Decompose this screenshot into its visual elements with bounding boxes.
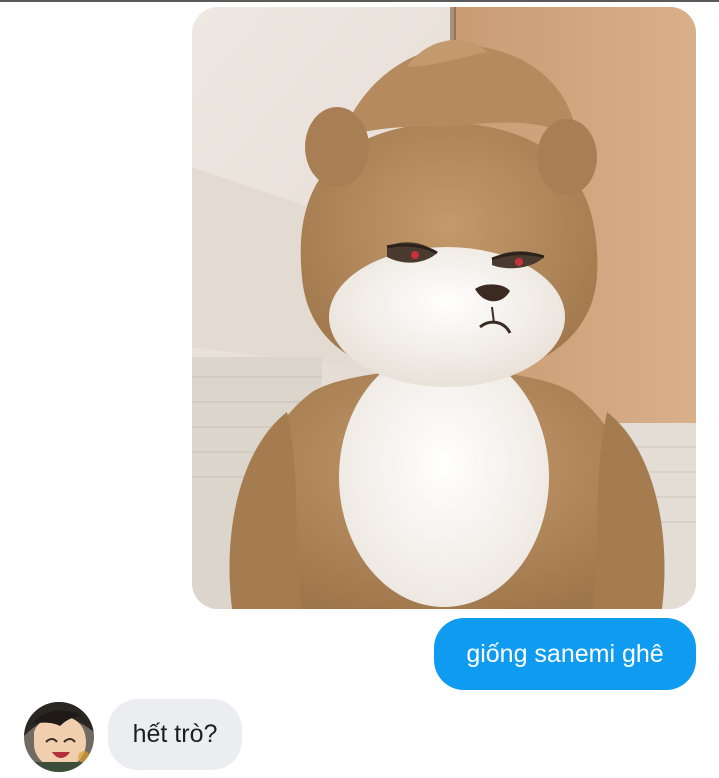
outgoing-message-bubble[interactable]: giống sanemi ghê [434, 618, 696, 690]
photo-message[interactable] [192, 7, 696, 609]
user-avatar[interactable] [24, 702, 94, 772]
header-divider [0, 0, 719, 2]
chat-thread: giống sanemi ghê hết trò? [0, 0, 719, 778]
avatar-image [24, 702, 94, 772]
incoming-message-row: hết trò? [0, 696, 719, 778]
plush-toy-photo [192, 7, 696, 609]
incoming-message-bubble[interactable]: hết trò? [108, 699, 242, 770]
